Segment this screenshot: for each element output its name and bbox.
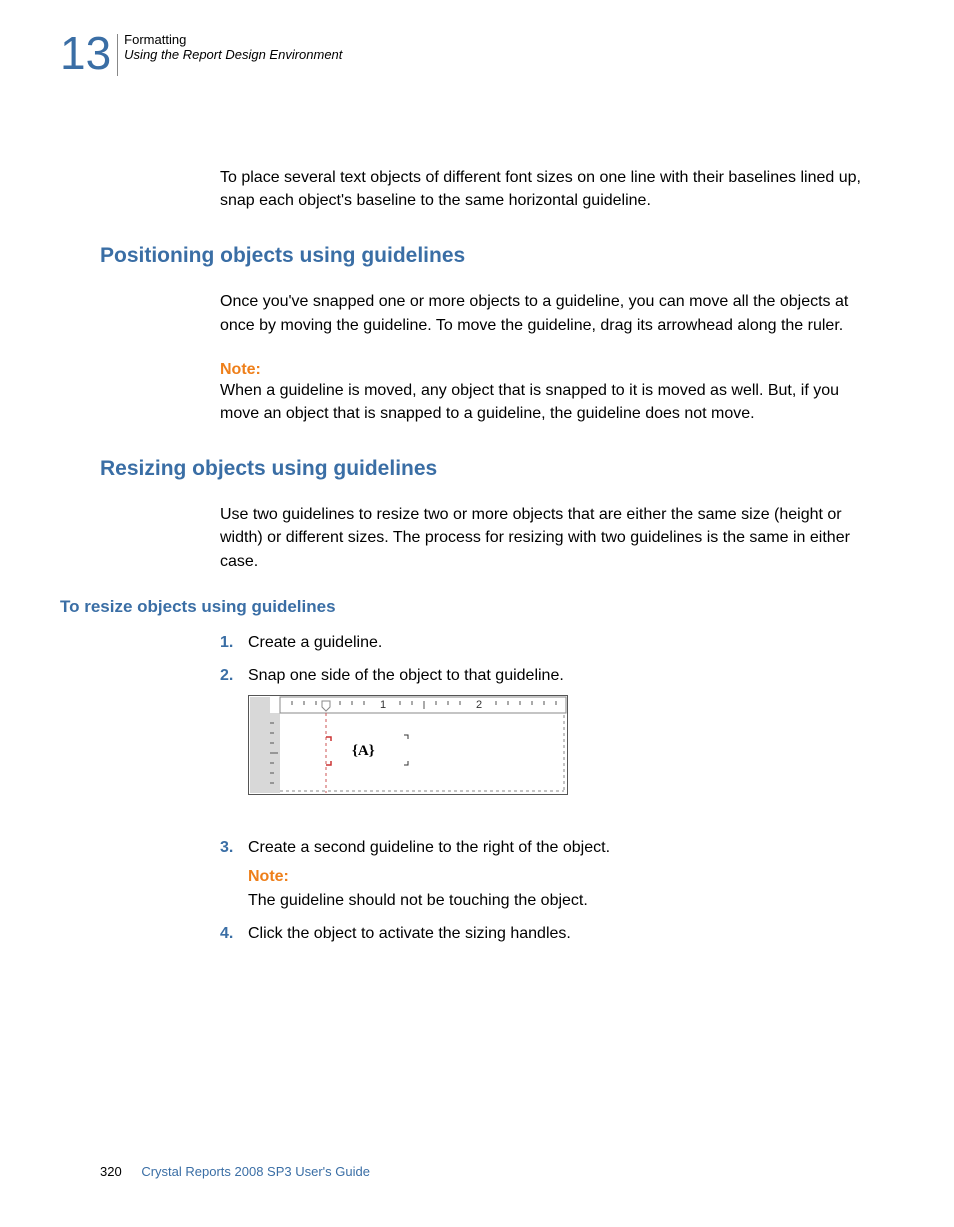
heading-positioning: Positioning objects using guidelines xyxy=(100,244,874,268)
step-text: Create a guideline. xyxy=(248,634,382,651)
content-area: To place several text objects of differe… xyxy=(60,166,874,945)
steps-list: 1. Create a guideline. 2. Snap one side … xyxy=(220,631,874,945)
page-header: 13 Formatting Using the Report Design En… xyxy=(60,30,874,76)
step-text: Create a second guideline to the right o… xyxy=(248,839,610,856)
positioning-paragraph: Once you've snapped one or more objects … xyxy=(220,290,874,336)
intro-paragraph: To place several text objects of differe… xyxy=(220,166,874,212)
footer-title: Crystal Reports 2008 SP3 User's Guide xyxy=(141,1164,370,1179)
subheading-to-resize: To resize objects using guidelines xyxy=(60,597,874,617)
step-text: Snap one side of the object to that guid… xyxy=(248,667,564,684)
step-note-block: Note: The guideline should not be touchi… xyxy=(248,865,874,911)
note-label: Note: xyxy=(248,865,874,888)
header-text-block: Formatting Using the Report Design Envir… xyxy=(124,30,342,62)
step-number: 1. xyxy=(220,631,233,654)
page-number: 320 xyxy=(100,1164,122,1179)
note-text: When a guideline is moved, any object th… xyxy=(220,382,839,422)
figure-ruler: 1 2 {A} xyxy=(248,695,568,795)
step-item: 4. Click the object to activate the sizi… xyxy=(220,922,874,945)
step-text: Click the object to activate the sizing … xyxy=(248,925,571,942)
note-text: The guideline should not be touching the… xyxy=(248,892,588,909)
note-block-positioning: Note: When a guideline is moved, any obj… xyxy=(220,361,874,425)
header-section-title: Using the Report Design Environment xyxy=(124,47,342,62)
step-item: 1. Create a guideline. xyxy=(220,631,874,654)
resizing-paragraph: Use two guidelines to resize two or more… xyxy=(220,503,874,573)
header-chapter-title: Formatting xyxy=(124,32,342,47)
step-number: 2. xyxy=(220,664,233,687)
note-label: Note: xyxy=(220,361,874,379)
figure-label-a: {A} xyxy=(352,743,375,759)
page-container: 13 Formatting Using the Report Design En… xyxy=(0,0,954,945)
chapter-number: 13 xyxy=(60,30,111,76)
ruler-mark-1: 1 xyxy=(380,699,386,711)
header-divider xyxy=(117,34,118,76)
step-item: 2. Snap one side of the object to that g… xyxy=(220,664,874,826)
step-item: 3. Create a second guideline to the righ… xyxy=(220,836,874,912)
step-number: 3. xyxy=(220,836,233,859)
page-footer: 320 Crystal Reports 2008 SP3 User's Guid… xyxy=(100,1164,370,1179)
ruler-mark-2: 2 xyxy=(476,699,482,711)
heading-resizing: Resizing objects using guidelines xyxy=(100,457,874,481)
step-number: 4. xyxy=(220,922,233,945)
